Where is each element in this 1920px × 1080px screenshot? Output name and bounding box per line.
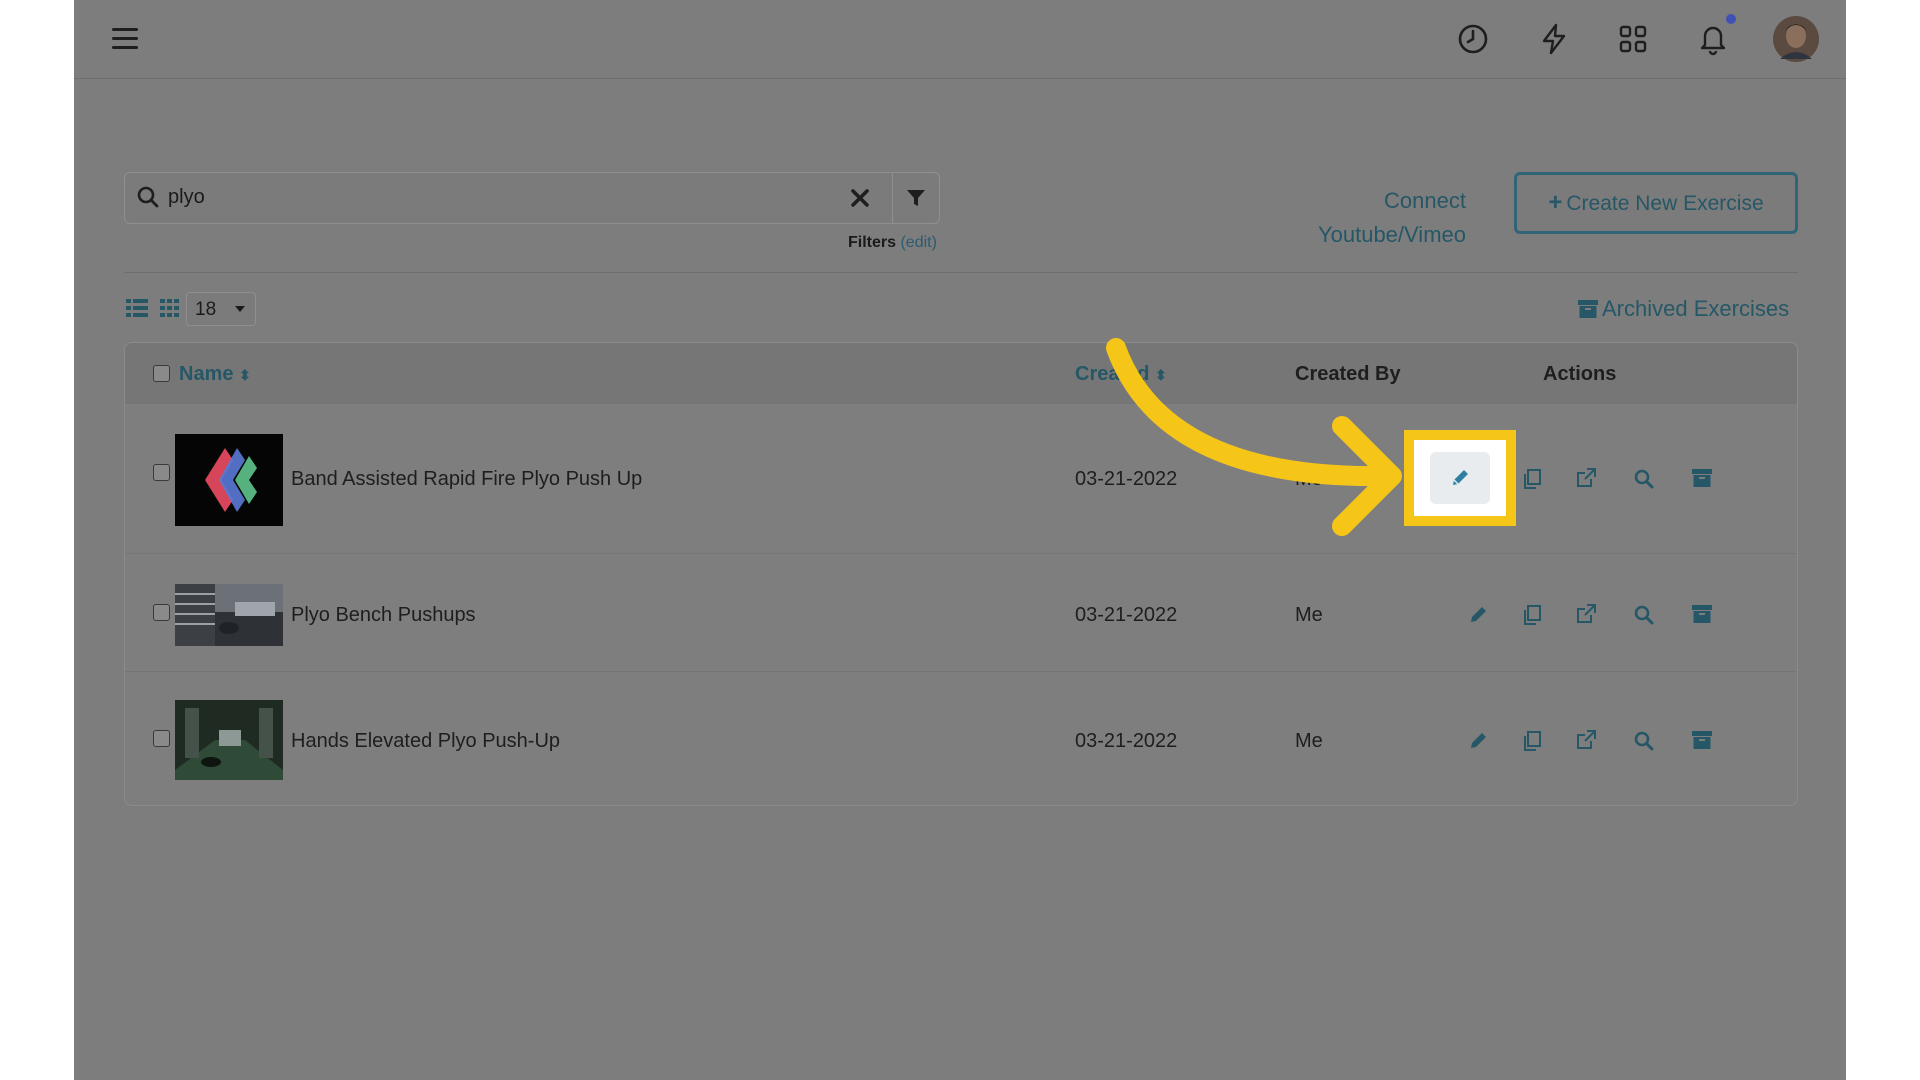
per-page-value: 18 (195, 299, 217, 320)
table-header: Name ⬍ Created ⬍ Created By Actions (125, 343, 1797, 403)
paren-close: ) (931, 234, 937, 251)
notification-dot (1726, 14, 1736, 24)
per-page-select[interactable]: 18 (186, 292, 256, 326)
filters-edit-link[interactable]: edit (906, 234, 932, 251)
search-input[interactable]: plyo (168, 186, 205, 209)
search-icon (137, 186, 159, 208)
chevron-down-icon (235, 306, 245, 312)
filters-label: Filters (edit) (848, 234, 937, 252)
row-checkbox[interactable] (153, 464, 170, 481)
copy-icon[interactable] (1521, 604, 1543, 626)
external-link-icon[interactable] (1575, 603, 1597, 625)
bell-icon[interactable] (1696, 20, 1730, 56)
select-all-checkbox[interactable] (153, 365, 170, 382)
top-navbar (74, 0, 1846, 79)
archive-row-icon[interactable] (1691, 603, 1713, 625)
sort-icon: ⬍ (239, 367, 251, 383)
row-checkbox[interactable] (153, 604, 170, 621)
external-link-icon[interactable] (1575, 467, 1597, 489)
create-new-exercise-button[interactable]: + Create New Exercise (1514, 172, 1798, 234)
preview-icon[interactable] (1633, 604, 1655, 626)
edit-button[interactable] (1430, 452, 1490, 504)
preview-icon[interactable] (1633, 730, 1655, 752)
exercise-thumbnail[interactable] (175, 700, 283, 780)
plus-icon: + (1548, 189, 1563, 216)
table-row: Plyo Bench Pushups 03-21-2022 Me (125, 553, 1797, 671)
highlighted-edit-action (1404, 430, 1516, 526)
copy-icon[interactable] (1521, 730, 1543, 752)
archive-icon (1578, 300, 1598, 318)
clock-icon[interactable] (1456, 22, 1490, 56)
brand-logo-thumbnail (205, 448, 257, 512)
copy-icon[interactable] (1521, 468, 1543, 490)
table-row: Hands Elevated Plyo Push-Up 03-21-2022 M… (125, 671, 1797, 805)
annotation-arrow (1106, 338, 1402, 536)
external-link-icon[interactable] (1575, 729, 1597, 751)
search-field[interactable] (124, 172, 940, 224)
exercise-name[interactable]: Hands Elevated Plyo Push-Up (291, 730, 560, 753)
apps-grid-icon[interactable] (1618, 24, 1648, 54)
hamburger-icon[interactable] (112, 28, 138, 50)
filter-icon[interactable] (904, 186, 928, 210)
created-by: Me (1295, 730, 1323, 752)
exercise-name[interactable]: Plyo Bench Pushups (291, 604, 476, 627)
app-frame: plyo Filters (edit) Connect Youtube/Vime… (74, 0, 1846, 1080)
created-date: 03-21-2022 (1075, 730, 1178, 752)
create-button-label: Create New Exercise (1566, 192, 1764, 215)
edit-icon (1453, 470, 1468, 485)
exercise-thumbnail[interactable] (175, 434, 283, 526)
name-column-header[interactable]: Name ⬍ (179, 363, 251, 386)
created-by: Me (1295, 604, 1323, 626)
connect-line-1: Connect (1384, 188, 1466, 213)
archive-row-icon[interactable] (1691, 467, 1713, 489)
name-header-label: Name (179, 363, 234, 385)
created-date: 03-21-2022 (1075, 604, 1178, 626)
avatar[interactable] (1772, 15, 1820, 63)
exercise-thumbnail[interactable] (175, 584, 283, 646)
table-row: Band Assisted Rapid Fire Plyo Push Up 03… (125, 403, 1797, 553)
edit-icon[interactable] (1467, 604, 1489, 626)
row-checkbox[interactable] (153, 730, 170, 747)
actions-column-header: Actions (1543, 363, 1617, 385)
connect-line-2: Youtube/Vimeo (1317, 222, 1466, 247)
archived-exercises-link[interactable]: Archived Exercises (1602, 296, 1789, 322)
search-divider (892, 173, 893, 223)
grid-view-icon[interactable] (160, 298, 180, 318)
list-view-icon[interactable] (126, 298, 148, 318)
lightning-icon[interactable] (1538, 22, 1570, 56)
edit-icon[interactable] (1467, 730, 1489, 752)
preview-icon[interactable] (1633, 468, 1655, 490)
connect-youtube-vimeo-link[interactable]: Connect Youtube/Vimeo (1296, 184, 1466, 252)
gym-photo-thumbnail (175, 700, 283, 780)
divider (124, 272, 1798, 273)
filters-text: Filters (848, 234, 897, 251)
exercise-table: Name ⬍ Created ⬍ Created By Actions Band… (124, 342, 1798, 806)
exercise-name[interactable]: Band Assisted Rapid Fire Plyo Push Up (291, 468, 642, 491)
archive-row-icon[interactable] (1691, 729, 1713, 751)
filters-edit-wrap: (edit) (900, 234, 936, 251)
gym-photo-thumbnail (175, 584, 283, 646)
clear-icon[interactable] (850, 188, 870, 208)
